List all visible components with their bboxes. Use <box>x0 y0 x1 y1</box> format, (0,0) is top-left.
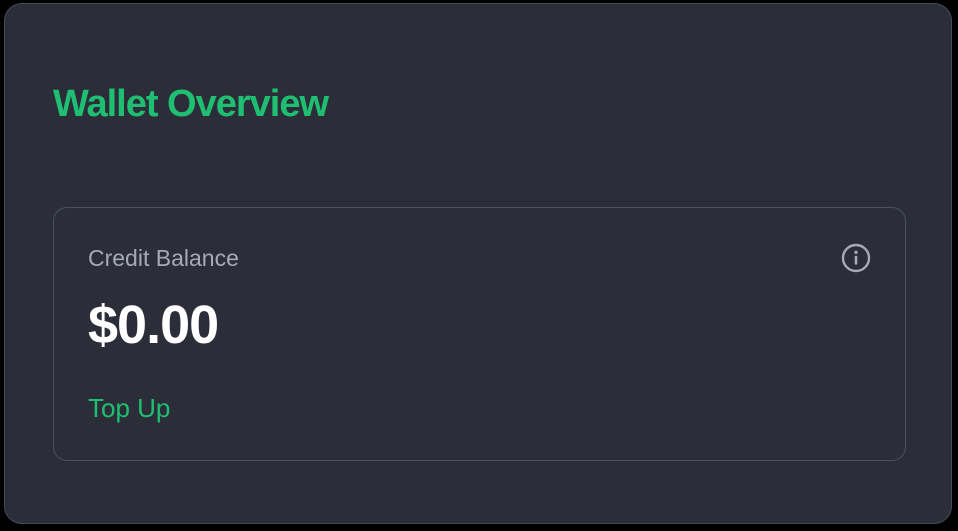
top-up-link[interactable]: Top Up <box>88 392 170 424</box>
credit-balance-amount: $0.00 <box>88 295 219 355</box>
wallet-overview-panel: Wallet Overview Credit Balance $0.00 Top… <box>4 3 952 524</box>
credit-balance-label: Credit Balance <box>88 245 239 271</box>
info-icon[interactable] <box>840 242 872 274</box>
page-title: Wallet Overview <box>53 83 329 125</box>
credit-balance-card: Credit Balance $0.00 Top Up <box>53 207 906 461</box>
